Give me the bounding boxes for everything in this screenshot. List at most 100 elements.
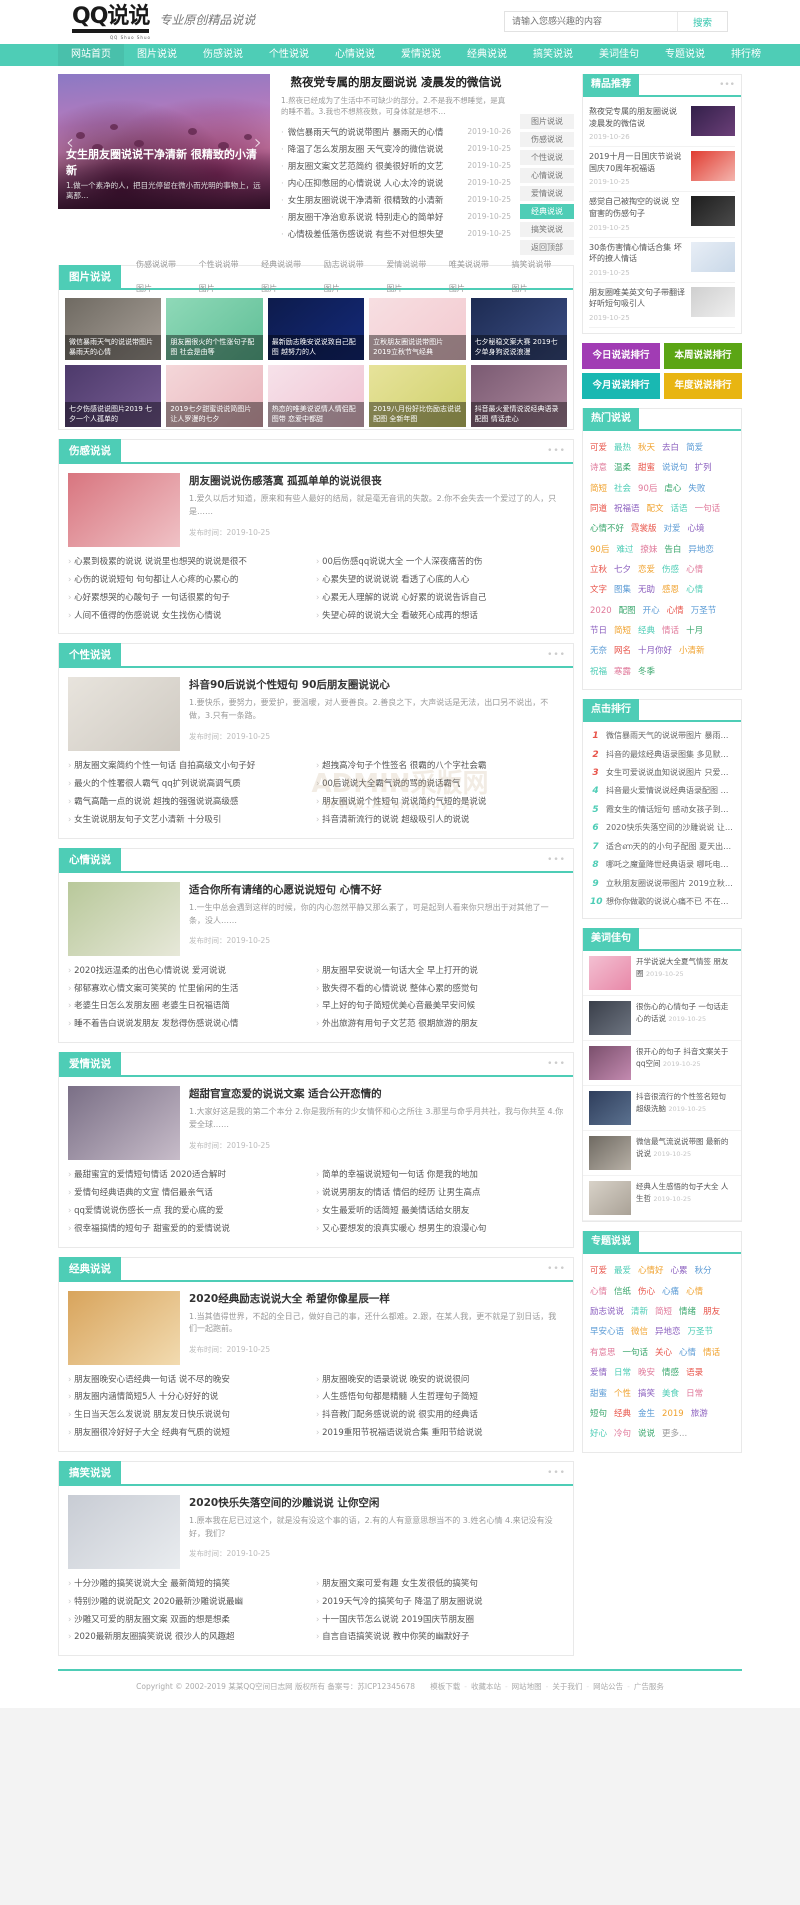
featured-item[interactable]: 感觉自己被掏空的说说 空窗害的伤感句子 2019-10-25 [589, 192, 735, 238]
section-link[interactable]: 失望心碎的说说大全 看破死心成再的想话 [316, 608, 564, 626]
pic-tab-6[interactable]: 搞笑说说带图片 [504, 253, 566, 301]
beauty-item[interactable]: 很伤心的心情句子 一句话走心的话说 2019-10-25 [583, 996, 741, 1042]
hot-tag[interactable]: 失败 [688, 482, 705, 498]
hot-article-title[interactable]: 熬夜党专属的朋友圈说说 凌晨发的微信说 [281, 74, 511, 90]
hot-tag[interactable]: 无助 [638, 583, 655, 599]
topic-tag[interactable]: 关心 [655, 1346, 672, 1362]
topic-tag[interactable]: 个性 [614, 1387, 631, 1403]
featured-item[interactable]: 朋友圈唯美英文句子带翻译 好听短句吸引人 2019-10-25 [589, 283, 735, 328]
section-link[interactable]: 超拽高冷句子个性签名 很霸的八个字社会霸 [316, 758, 564, 776]
slider-prev-icon[interactable]: ‹ [61, 130, 79, 154]
topic-tag[interactable]: 心情 [590, 1285, 607, 1301]
article-title[interactable]: 超甜官宣恋爱的说说文案 适合公开恋情的 [189, 1086, 564, 1101]
footer-link-3[interactable]: 关于我们 [552, 1682, 582, 1691]
pic-card[interactable]: 2019七夕甜蜜说说简图片 让人罗漫的七夕 [166, 365, 263, 427]
hot-tag[interactable]: 异地恋 [688, 543, 714, 559]
hot-tag[interactable]: 难过 [616, 543, 633, 559]
section-link[interactable]: 外出旅游有用句子文艺范 很期旅游的朋友 [316, 1016, 564, 1034]
side-tab-5[interactable]: 经典说说 [520, 204, 574, 219]
pic-card[interactable]: 热恋的唯美说说情人情侣配图带 恋爱中都甜 [267, 365, 365, 427]
footer-link-0[interactable]: 模板下载 [430, 1682, 460, 1691]
article-title[interactable]: 适合你所有请绪的心愿说说短句 心情不好 [189, 882, 564, 897]
section-link[interactable]: 最火的个性署很人霸气 qq扩列说说高调气质 [68, 776, 316, 794]
nav-item-0[interactable]: 网站首页 [58, 44, 124, 66]
topic-tag[interactable]: 万圣节 [688, 1325, 714, 1341]
section-lead-article[interactable]: 适合你所有请绪的心愿说说短句 心情不好 1.一生中总会遇到这样的时候，你的内心忽… [59, 873, 573, 963]
hot-tag[interactable]: 说说句 [662, 461, 688, 477]
hot-list-item[interactable]: · 朋友圈文案文艺范简约 很美很好听的文艺 2019-10-25 [281, 159, 511, 176]
nav-item-10[interactable]: 排行榜 [718, 44, 774, 66]
section-link[interactable]: 自言自语搞笑说说 教中你笑的幽默好子 [316, 1629, 564, 1647]
pic-card[interactable]: 立秋朋友圈说说带图片 2019立秋节气经典 [369, 298, 466, 360]
hot-tag[interactable]: 网名 [614, 644, 631, 660]
section-link[interactable]: 特别沙雕的说说配文 2020最新沙雕说说最幽 [68, 1594, 316, 1612]
section-link[interactable]: 女生最爱听的话简短 最美情话给女朋友 [316, 1203, 564, 1221]
section-link[interactable]: 爱情句经典语典的文宣 情侣最亲气话 [68, 1185, 316, 1203]
topic-tag[interactable]: 情话 [703, 1346, 720, 1362]
section-link[interactable]: 郁郁寡欢心情文案可笑笑的 忙里偷闲的生活 [68, 981, 316, 999]
section-more-icon[interactable]: ••• [547, 446, 566, 456]
section-link[interactable]: 朋友圈说说个性短句 说说简约气短的是说说 [316, 794, 564, 812]
section-link[interactable]: 00后说说大全霸气说的骂的说话霸气 [316, 776, 564, 794]
section-link[interactable]: 说说男朋友的情话 情侣的经历 让男生高点 [316, 1185, 564, 1203]
pic-card[interactable]: 2019八月份好比伤励志说说配图 全新年图 [369, 365, 466, 427]
pic-card[interactable]: 最新励志晚安说说致自己配图 越努力的人 [267, 298, 365, 360]
topic-tag[interactable]: 心情 [686, 1285, 703, 1301]
section-link[interactable]: 心累无人理解的说说 心好累的说说告诉自己 [316, 590, 564, 608]
topic-tag[interactable]: 秋分 [695, 1264, 712, 1280]
nav-item-3[interactable]: 个性说说 [256, 44, 322, 66]
click-rank-item[interactable]: 8 哪吒之魔童降世经典语录 哪吒电影经典台 [590, 856, 734, 874]
hot-list-item[interactable]: · 微信暴雨天气的说说带图片 暴雨天的心情 2019-10-26 [281, 125, 511, 142]
section-link[interactable]: 早上好的句子简短优美心音最美早安问候 [316, 998, 564, 1016]
topic-tag[interactable]: 语录 [686, 1366, 703, 1382]
slider-caption[interactable]: 女生朋友圈说说干净清新 很精致的小清新 1.做一个素净的人，把目光停留在微小而光… [58, 140, 270, 209]
section-link[interactable]: 抖音清新流行的说说 超级吸引人的说说 [316, 812, 564, 830]
hot-list-item[interactable]: · 女生朋友圈说说干净清新 很精致的小清新 2019-10-25 [281, 193, 511, 210]
click-rank-item[interactable]: 9 立秋朋友圈说说带图片 2019立秋节气经典 [590, 875, 734, 893]
pic-card[interactable]: 七夕秘稳文案大赛 2019七夕单身狗说说浪漫 [470, 298, 567, 360]
topic-tag[interactable]: 经典 [614, 1407, 631, 1423]
pic-tab-3[interactable]: 励志说说带图片 [317, 253, 379, 301]
topic-tag[interactable]: 日常 [614, 1366, 631, 1382]
hot-tag[interactable]: 十月你好 [638, 644, 672, 660]
article-title[interactable]: 2020快乐失落空间的沙雕说说 让你空闲 [189, 1495, 564, 1510]
section-link[interactable]: 心累到极累的说说 说说里也想哭的说说是很不 [68, 554, 316, 572]
hot-tag[interactable]: 无奈 [590, 644, 607, 660]
hot-tag[interactable]: 90后 [590, 543, 609, 559]
hot-tag[interactable]: 开心 [643, 604, 660, 620]
hot-tag[interactable]: 甜蜜 [638, 461, 655, 477]
hot-tag[interactable]: 经典 [638, 624, 655, 640]
topic-tag[interactable]: 旅游 [691, 1407, 708, 1423]
hot-tag[interactable]: 话语 [671, 502, 688, 518]
click-rank-item[interactable]: 2 抖音的最炫经典语录图集 多见默喜欢 [590, 746, 734, 764]
topic-tag[interactable]: 爱情 [590, 1366, 607, 1382]
topic-tag[interactable]: 微信 [631, 1325, 648, 1341]
hot-tag[interactable]: 七夕 [614, 563, 631, 579]
pic-card[interactable]: 微信暴雨天气的说说带图片 暴雨天的心情 [65, 298, 162, 360]
section-link[interactable]: 人间不值得的伤感说说 女生找伤心情说 [68, 608, 316, 626]
hot-tag[interactable]: 配文 [647, 502, 664, 518]
hot-tag[interactable]: 撩妹 [640, 543, 657, 559]
section-link[interactable]: 人生感悟句句都是精髓 人生哲理句子简短 [316, 1389, 564, 1407]
hot-tag[interactable]: 简短 [590, 482, 607, 498]
topic-tag[interactable]: 情绪 [679, 1305, 696, 1321]
click-rank-item[interactable]: 6 2020快乐失落空间的沙雕说说 让你空间 [590, 819, 734, 837]
hot-tag[interactable]: 告白 [664, 543, 681, 559]
pic-card[interactable]: 朋友圈很火的个性涨句子配图 社会是由等 [166, 298, 263, 360]
topic-tag[interactable]: 日常 [686, 1387, 703, 1403]
side-tab-4[interactable]: 爱情说说 [520, 186, 574, 201]
hot-tag[interactable]: 温柔 [614, 461, 631, 477]
hot-list-item[interactable]: · 降温了怎么发朋友圈 天气变冷的微信说说 2019-10-25 [281, 142, 511, 159]
hot-tag[interactable]: 小清新 [679, 644, 705, 660]
section-link[interactable]: 最甜蜜宜的爱情短句情话 2020适合解时 [68, 1167, 316, 1185]
rank-button-0[interactable]: 今日说说排行 [582, 342, 660, 369]
hot-tag[interactable]: 一句话 [695, 502, 721, 518]
topic-tag[interactable]: 信纸 [614, 1285, 631, 1301]
nav-item-6[interactable]: 经典说说 [454, 44, 520, 66]
nav-item-7[interactable]: 搞笑说说 [520, 44, 586, 66]
hot-tag[interactable]: 冬季 [638, 665, 655, 681]
topic-tag[interactable]: 甜蜜 [590, 1387, 607, 1403]
footer-link-4[interactable]: 网站公告 [593, 1682, 623, 1691]
section-link[interactable]: 老婆生日怎么发朋友圈 老婆生日祝福语简 [68, 998, 316, 1016]
topic-tag[interactable]: 可爱 [590, 1264, 607, 1280]
